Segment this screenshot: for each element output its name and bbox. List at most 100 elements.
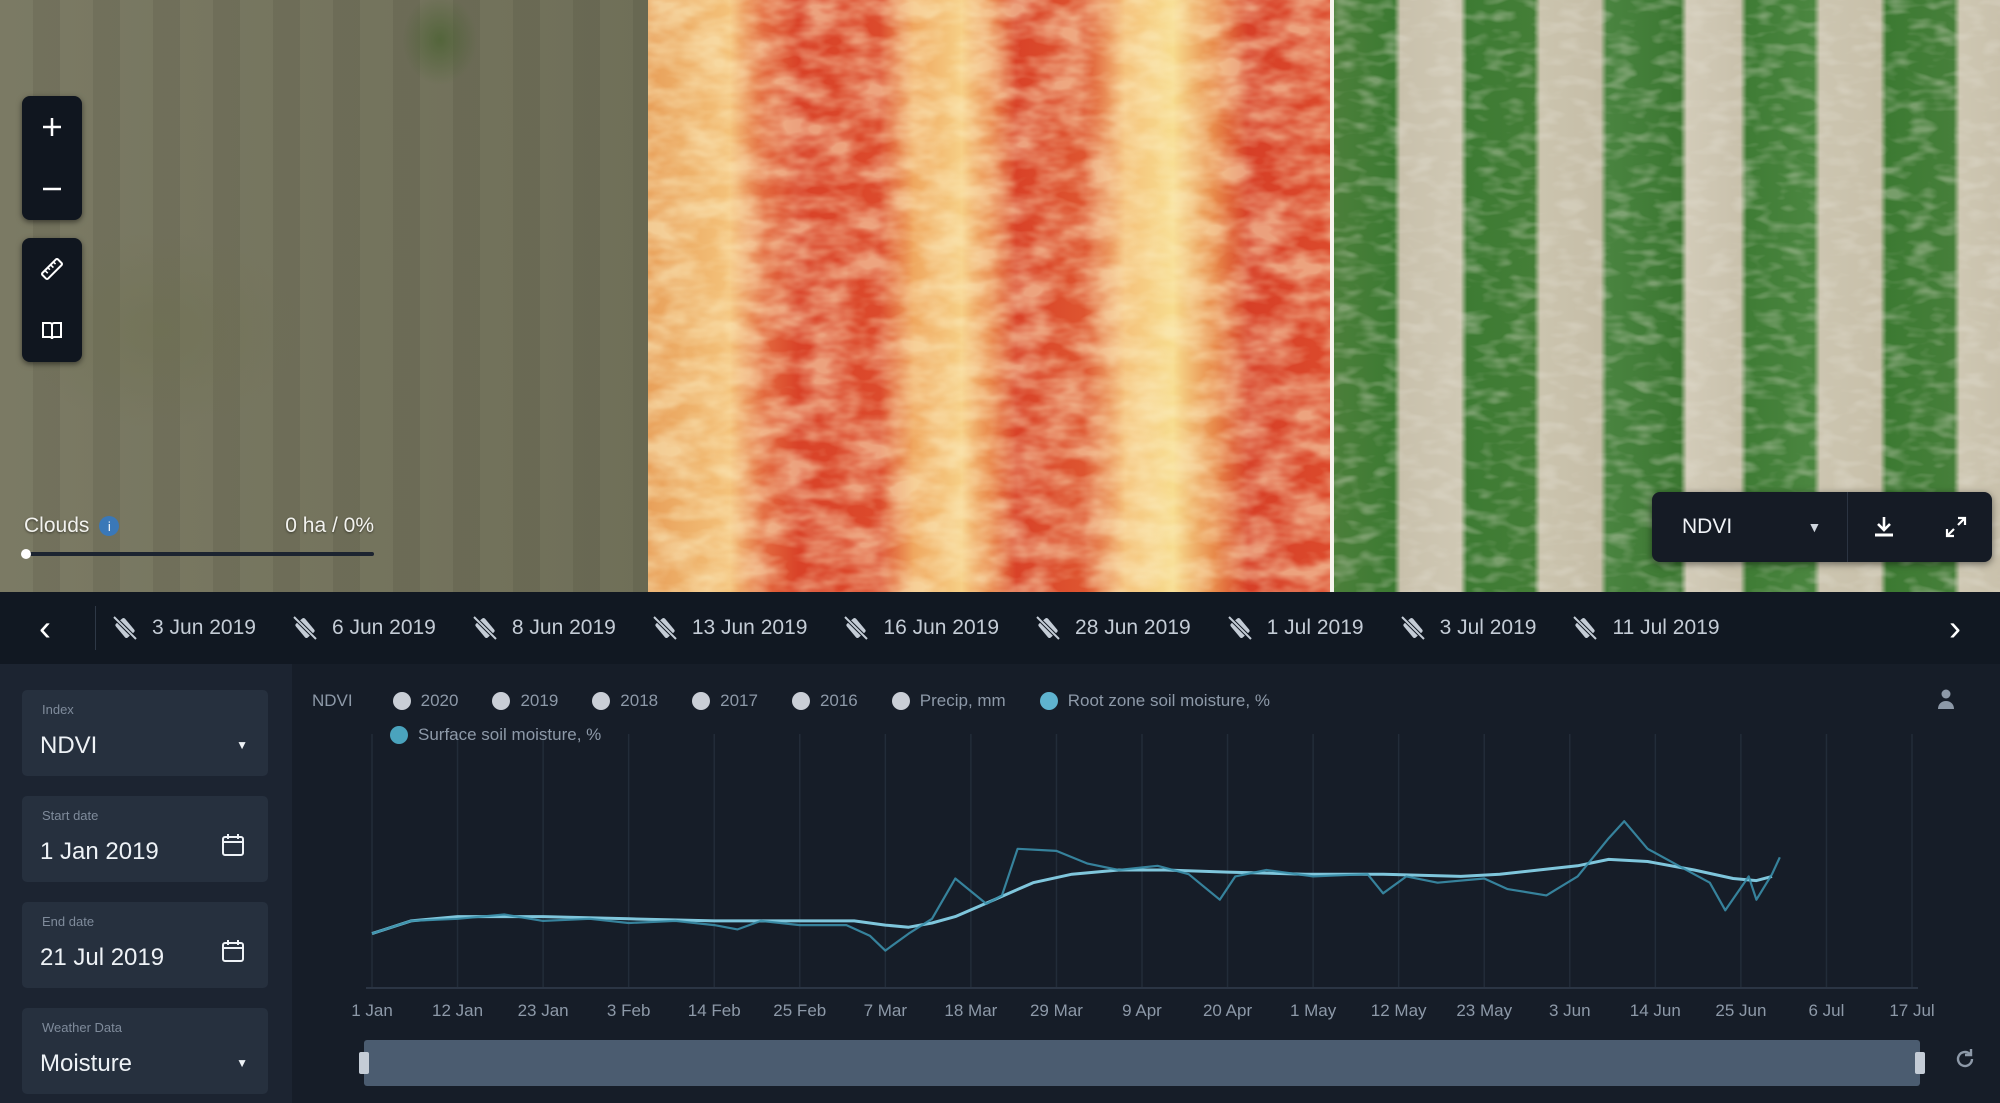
date-label: 1 Jul 2019 [1266,616,1364,639]
calendar-icon[interactable] [220,832,246,863]
no-cloud-satellite-icon [1227,615,1253,641]
chevron-down-icon: ▼ [236,738,248,752]
start-date-value: 1 Jan 2019 [40,838,159,865]
weather-data-select[interactable]: Weather Data Moisture ▼ [22,1008,268,1094]
legend-item[interactable]: Surface soil moisture, % [390,725,601,745]
info-icon[interactable]: i [99,516,120,536]
date-item[interactable]: 1 Jul 2019 [1225,613,1364,643]
chart-legend: NDVI 2020 2019 2018 2017 2016 Precip, mm Root … [312,684,1932,752]
clouds-indicator: Clouds i 0 ha / 0% [21,514,374,559]
range-handle[interactable] [359,1052,369,1074]
x-tick-label: 12 May [1371,1001,1427,1020]
date-item[interactable]: 16 Jun 2019 [841,613,999,643]
minus-icon [43,187,61,191]
date-item[interactable]: 3 Jul 2019 [1398,613,1537,643]
legend-item[interactable]: 2016 [791,691,858,711]
legend-label: Surface soil moisture, % [418,725,602,744]
next-dates-button[interactable]: › [1910,592,2000,664]
x-tick-label: 9 Apr [1122,1001,1162,1020]
x-tick-label: 23 Jan [518,1001,569,1020]
date-label: 3 Jul 2019 [1439,616,1537,639]
x-tick-label: 18 Mar [944,1001,997,1020]
legend-dot [791,692,810,710]
legend-label: 2018 [620,691,659,710]
date-label: 16 Jun 2019 [883,616,1000,639]
map-view[interactable]: Clouds i 0 ha / 0% NDVI ▼ [0,0,2000,592]
x-tick-label: 14 Feb [688,1001,741,1020]
series-line [371,857,1773,936]
date-item[interactable]: 8 Jun 2019 [470,613,616,643]
legend-item[interactable]: 2019 [492,691,558,711]
legend-label: Precip, mm [919,691,1006,710]
date-item[interactable]: 11 Jul 2019 [1570,613,1720,643]
layer-control: NDVI ▼ [1652,492,1992,562]
no-cloud-satellite-icon [652,615,678,641]
chart-settings: Index NDVI ▼ Start date 1 Jan 2019 End d… [0,664,292,1103]
plus-icon [43,118,61,136]
legend-item[interactable]: 2018 [592,691,658,711]
zoom-in-button[interactable] [22,96,82,158]
fullscreen-button[interactable] [1920,492,1992,562]
legend-index-tag: NDVI [312,691,353,710]
prev-dates-button[interactable]: ‹ [0,592,90,664]
clouds-label: Clouds [24,514,90,537]
end-date-value: 21 Jul 2019 [40,944,165,971]
weather-data-label: Weather Data [42,1020,122,1035]
index-select[interactable]: Index NDVI ▼ [22,690,268,776]
x-tick-label: 6 Jul [1808,1001,1844,1020]
end-date-label: End date [42,914,95,929]
legend-label: 2019 [520,691,559,710]
date-label: 6 Jun 2019 [331,616,436,639]
download-icon [1875,517,1894,537]
x-tick-label: 12 Jan [432,1001,483,1020]
date-label: 13 Jun 2019 [691,616,808,639]
legend-dot [592,692,611,710]
no-cloud-satellite-icon [844,615,869,641]
measure-button[interactable] [22,238,82,300]
user-icon[interactable] [1936,688,1956,715]
x-tick-label: 25 Jun [1715,1001,1766,1020]
legend-label: Root zone soil moisture, % [1067,691,1270,710]
start-date-field[interactable]: Start date 1 Jan 2019 [22,796,268,882]
zoom-out-button[interactable] [22,158,82,220]
legend-item[interactable]: 2020 [392,691,458,711]
chevron-down-icon[interactable]: ▼ [1795,519,1833,535]
no-cloud-satellite-icon [112,615,138,641]
end-date-field[interactable]: End date 21 Jul 2019 [22,902,268,988]
date-item[interactable]: 3 Jun 2019 [110,613,256,643]
legend-dot [392,692,411,710]
chevron-down-icon: ▼ [236,1056,248,1070]
legend-dot [492,692,511,710]
ndvi-overlay [648,0,1330,592]
date-item[interactable]: 28 Jun 2019 [1033,613,1191,643]
no-cloud-satellite-icon [1035,615,1061,641]
date-item[interactable]: 6 Jun 2019 [290,613,436,643]
clouds-slider[interactable] [21,549,374,559]
date-list: 3 Jun 2019 6 Jun 2019 8 Jun 2019 13 Jun 201… [110,592,1940,664]
legend-item[interactable]: Precip, mm [891,691,1006,711]
chart-panel: 1 Jan 12 Jan 23 Jan 3 Feb 14 Feb 25 Feb 7 Mar 1… [292,664,2000,1103]
x-tick-label: 20 Apr [1203,1001,1252,1020]
x-tick-label: 25 Feb [773,1001,826,1020]
range-handle[interactable] [1915,1052,1925,1074]
calendar-icon[interactable] [220,938,246,969]
zoom-controls [22,96,82,220]
no-cloud-satellite-icon [1573,615,1598,641]
download-button[interactable] [1848,492,1920,562]
range-slider[interactable] [364,1040,1920,1086]
start-date-label: Start date [42,808,99,823]
date-label: 3 Jun 2019 [152,616,256,639]
legend-dot [1039,692,1058,710]
legend-dot [390,726,408,744]
divider [95,606,96,650]
guide-button[interactable] [22,300,82,362]
legend-item[interactable]: Root zone soil moisture, % [1039,691,1270,711]
legend-item[interactable]: 2017 [692,691,758,711]
clouds-slider-knob[interactable] [21,549,31,559]
layer-select[interactable]: NDVI [1652,515,1795,539]
date-item[interactable]: 13 Jun 2019 [650,613,808,643]
reset-range-icon[interactable] [1952,1046,1978,1077]
date-strip: ‹ 3 Jun 2019 6 Jun 2019 8 Jun 2019 13 Jun 2… [0,592,2000,664]
date-label: 28 Jun 2019 [1075,616,1191,639]
clouds-value: 0 ha / 0% [285,514,374,537]
